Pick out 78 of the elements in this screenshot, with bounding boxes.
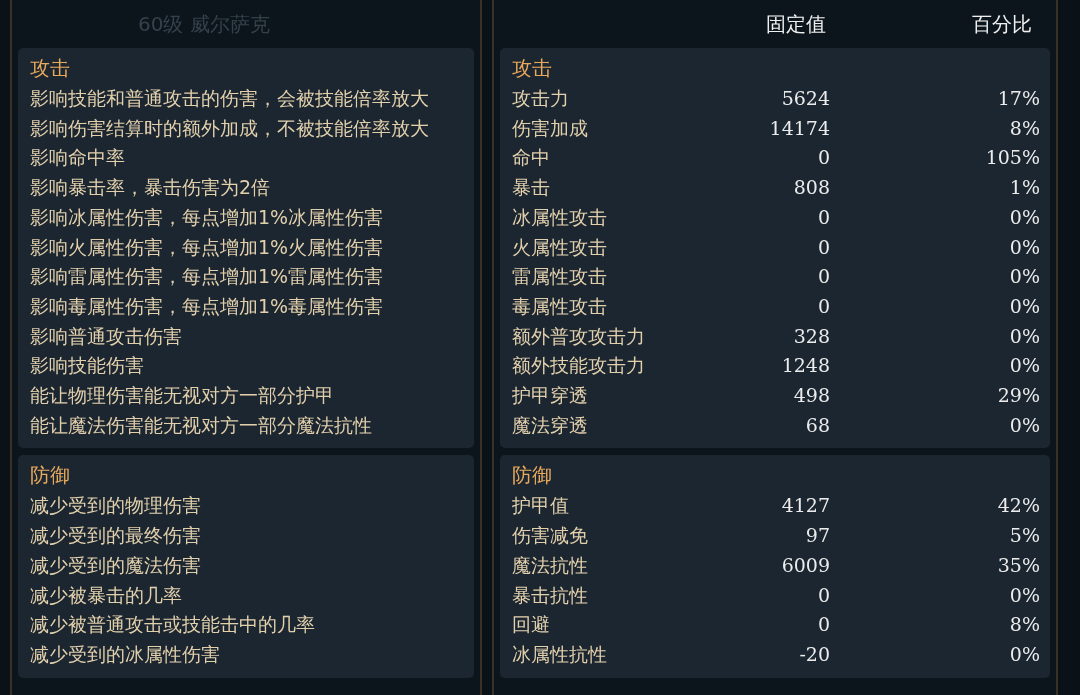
percent-value: 0% [1008, 412, 1040, 438]
stat-name: 命中 [512, 145, 551, 171]
fixed-value: 808 [792, 175, 830, 201]
stat-description: 影响冰属性伤害，每点增加1%冰属性伤害 [30, 204, 385, 230]
percent-value: 0% [1008, 264, 1040, 290]
stat-description: 减少受到的最终伤害 [30, 523, 202, 549]
fixed-value: 328 [792, 323, 830, 349]
fixed-value: 0 [816, 293, 830, 319]
stat-description: 减少被暴击的几率 [30, 582, 183, 608]
percent-value: 0% [1008, 234, 1040, 260]
stat-description: 影响命中率 [30, 145, 126, 171]
stat-description: 影响毒属性伤害，每点增加1%毒属性伤害 [30, 293, 385, 319]
percent-value: 35% [996, 552, 1040, 578]
stat-name: 魔法穿透 [512, 412, 589, 438]
stat-name: 额外普攻攻击力 [512, 323, 646, 349]
stat-name: 护甲穿透 [512, 383, 589, 409]
section-heading: 攻击 [512, 55, 553, 82]
stat-name: 冰属性抗性 [512, 641, 608, 667]
percent-value: 0% [1008, 641, 1040, 667]
stat-name: 伤害加成 [512, 115, 589, 141]
fixed-value: 0 [816, 264, 830, 290]
stat-description: 影响火属性伤害，每点增加1%火属性伤害 [30, 234, 385, 260]
fixed-value: 5624 [780, 86, 830, 111]
fixed-value: 97 [804, 523, 830, 549]
column-header: 固定值 [765, 10, 826, 38]
percent-value: 42% [996, 493, 1040, 519]
fixed-value: 4127 [780, 493, 830, 519]
stat-description: 影响技能伤害 [30, 353, 145, 379]
stat-description: 影响普通攻击伤害 [30, 323, 183, 349]
fixed-value: 498 [792, 383, 830, 409]
stat-name: 暴击 [512, 175, 551, 201]
stat-description: 能让魔法伤害能无视对方一部分魔法抗性 [30, 412, 373, 438]
stat-name: 冰属性攻击 [512, 204, 608, 230]
fixed-value: 0 [816, 582, 830, 608]
stat-description: 减少受到的魔法伤害 [30, 552, 202, 578]
fixed-value: 0 [816, 234, 830, 260]
stat-description: 影响伤害结算时的额外加成，不被技能倍率放大 [30, 115, 430, 141]
percent-value: 5% [1008, 523, 1040, 549]
fixed-value: 6009 [780, 552, 830, 578]
stat-name: 火属性攻击 [512, 234, 608, 260]
fixed-value: -20 [798, 641, 830, 667]
stat-name: 额外技能攻击力 [512, 353, 646, 379]
percent-value: 105% [984, 145, 1040, 171]
percent-value: 0% [1008, 293, 1040, 319]
stat-name: 毒属性攻击 [512, 293, 608, 319]
stat-description: 能让物理伤害能无视对方一部分护甲 [30, 383, 335, 409]
section-heading: 攻击 [30, 55, 71, 82]
percent-value: 0% [1008, 204, 1040, 230]
stat-name: 雷属性攻击 [512, 264, 608, 290]
percent-value: 17% [996, 86, 1040, 111]
stat-name: 魔法抗性 [512, 552, 589, 578]
fixed-value: 0 [816, 204, 830, 230]
percent-value: 29% [996, 383, 1040, 409]
fixed-value: 1248 [780, 353, 830, 379]
column-header: 百分比 [971, 10, 1032, 38]
fixed-value: 0 [816, 145, 830, 171]
section-heading: 防御 [30, 462, 71, 490]
percent-value: 8% [1008, 115, 1040, 141]
stat-name: 攻击力 [512, 86, 570, 111]
stat-description: 减少受到的冰属性伤害 [30, 641, 221, 667]
percent-value: 1% [1008, 175, 1040, 201]
stat-description: 影响技能和普通攻击的伤害，会被技能倍率放大 [30, 86, 430, 111]
percent-value: 0% [1008, 323, 1040, 349]
percent-value: 8% [1008, 612, 1040, 638]
fixed-value: 68 [804, 412, 830, 438]
stat-name: 伤害减免 [512, 523, 589, 549]
stat-name: 护甲值 [512, 493, 570, 519]
stat-name: 暴击抗性 [512, 582, 589, 608]
fixed-value: 0 [816, 612, 830, 638]
percent-value: 0% [1008, 582, 1040, 608]
percent-value: 0% [1008, 353, 1040, 379]
stat-description: 影响雷属性伤害，每点增加1%雷属性伤害 [30, 264, 385, 290]
stat-description: 影响暴击率，暴击伤害为2倍 [30, 175, 272, 201]
stat-name: 回避 [512, 612, 551, 638]
stat-description: 减少被普通攻击或技能击中的几率 [30, 612, 316, 638]
stat-description: 减少受到的物理伤害 [30, 493, 202, 519]
fixed-value: 14174 [768, 115, 830, 141]
section-heading: 防御 [512, 462, 553, 490]
